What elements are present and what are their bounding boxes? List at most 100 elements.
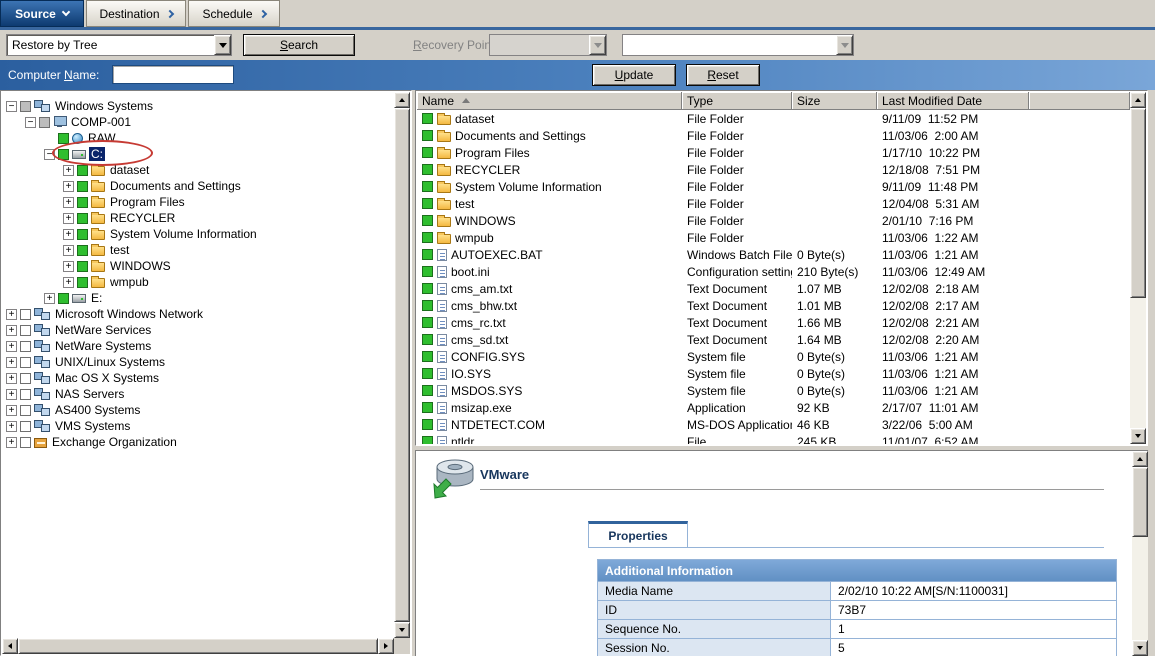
file-row-ntldr[interactable]: ntldrFile245 KB11/01/07 6:52 AM (417, 433, 1130, 444)
restore-mode-combo[interactable]: Restore by Tree (6, 34, 232, 56)
tab-source[interactable]: Source (0, 0, 84, 27)
file-row-ntdetect-com[interactable]: NTDETECT.COMMS-DOS Application46 KB3/22/… (417, 416, 1130, 433)
checkbox-checked[interactable] (422, 147, 433, 158)
column-header-name[interactable]: Name (417, 92, 682, 110)
checkbox-checked[interactable] (77, 213, 88, 224)
expand-icon[interactable]: + (63, 165, 74, 176)
file-row-cms-bhw-txt[interactable]: cms_bhw.txtText Document1.01 MB12/02/08 … (417, 297, 1130, 314)
expand-icon[interactable]: + (63, 181, 74, 192)
tree-item-recycler[interactable]: +RECYCLER (4, 210, 394, 226)
scroll-down-button[interactable] (394, 622, 410, 638)
tree-item-c[interactable]: −C: (4, 146, 394, 162)
tree-item-netware-systems[interactable]: + NetWare Systems (4, 338, 394, 354)
checkbox-empty[interactable] (20, 421, 31, 432)
file-row-msdos-sys[interactable]: MSDOS.SYSSystem file0 Byte(s)11/03/06 1:… (417, 382, 1130, 399)
tree-item-label[interactable]: Mac OS X Systems (53, 371, 161, 385)
expand-icon[interactable]: + (6, 341, 17, 352)
expand-icon[interactable]: + (6, 373, 17, 384)
tree-item-windows[interactable]: + WINDOWS (4, 258, 394, 274)
tree-item-label[interactable]: RECYCLER (108, 211, 177, 225)
tree-item-label[interactable]: dataset (108, 163, 151, 177)
expand-icon[interactable]: + (6, 405, 17, 416)
collapse-icon[interactable]: − (25, 117, 36, 128)
tree-item-program-files[interactable]: +Program Files (4, 194, 394, 210)
tree-item-e[interactable]: + E: (4, 290, 394, 306)
tab-destination[interactable]: Destination (86, 0, 186, 27)
tree-item-label[interactable]: System Volume Information (108, 227, 259, 241)
tree-item-label[interactable]: Documents and Settings (108, 179, 243, 193)
tree-item-label[interactable]: Windows Systems (53, 99, 155, 113)
checkbox-checked[interactable] (422, 351, 433, 362)
checkbox-partial[interactable] (39, 117, 50, 128)
checkbox-checked[interactable] (422, 368, 433, 379)
scroll-left-button[interactable] (2, 638, 18, 654)
tree-item-test[interactable]: +test (4, 242, 394, 258)
tab-properties[interactable]: Properties (588, 521, 688, 548)
tree-item-label[interactable]: RAW (86, 131, 118, 145)
checkbox-checked[interactable] (422, 130, 433, 141)
tree-item-comp-001[interactable]: −COMP-001 (4, 114, 394, 130)
file-row-cms-rc-txt[interactable]: cms_rc.txtText Document1.66 MB12/02/08 2… (417, 314, 1130, 331)
file-row-config-sys[interactable]: CONFIG.SYSSystem file0 Byte(s)11/03/06 1… (417, 348, 1130, 365)
checkbox-checked[interactable] (422, 402, 433, 413)
tree-item-label[interactable]: wmpub (108, 275, 151, 289)
computer-name-input[interactable] (112, 65, 234, 84)
tree-item-vms-systems[interactable]: +VMS Systems (4, 418, 394, 434)
file-row-boot-ini[interactable]: boot.iniConfiguration settings210 Byte(s… (417, 263, 1130, 280)
file-row-windows[interactable]: WINDOWSFile Folder2/01/10 7:16 PM (417, 212, 1130, 229)
scroll-up-button[interactable] (1130, 92, 1146, 108)
file-row-wmpub[interactable]: wmpubFile Folder11/03/06 1:22 AM (417, 229, 1130, 246)
checkbox-checked[interactable] (77, 197, 88, 208)
collapse-icon[interactable]: − (6, 101, 17, 112)
checkbox-checked[interactable] (422, 385, 433, 396)
checkbox-checked[interactable] (77, 277, 88, 288)
tree-item-raw[interactable]: RAW (4, 130, 394, 146)
expand-icon[interactable]: + (6, 389, 17, 400)
tree-item-system-volume-information[interactable]: +System Volume Information (4, 226, 394, 242)
tree-horizontal-scrollbar[interactable] (2, 638, 394, 654)
tree-item-label[interactable]: Microsoft Windows Network (53, 307, 205, 321)
tree-item-microsoft-windows-network[interactable]: +Microsoft Windows Network (4, 306, 394, 322)
tree-vertical-scrollbar[interactable] (394, 92, 410, 638)
checkbox-checked[interactable] (422, 317, 433, 328)
column-header-size[interactable]: Size (792, 92, 877, 110)
scroll-down-button[interactable] (1132, 640, 1148, 656)
search-button[interactable]: Search (243, 34, 355, 56)
tree-item-label[interactable]: E: (89, 291, 104, 305)
checkbox-checked[interactable] (422, 334, 433, 345)
checkbox-checked[interactable] (77, 261, 88, 272)
checkbox-checked[interactable] (422, 419, 433, 430)
file-row-msizap-exe[interactable]: msizap.exeApplication92 KB2/17/07 11:01 … (417, 399, 1130, 416)
tree-item-label[interactable]: WINDOWS (108, 259, 173, 273)
tree-item-wmpub[interactable]: +wmpub (4, 274, 394, 290)
checkbox-checked[interactable] (77, 181, 88, 192)
file-row-io-sys[interactable]: IO.SYSSystem file0 Byte(s)11/03/06 1:21 … (417, 365, 1130, 382)
checkbox-checked[interactable] (422, 283, 433, 294)
checkbox-partial[interactable] (20, 101, 31, 112)
tree-item-as400-systems[interactable]: +AS400 Systems (4, 402, 394, 418)
checkbox-checked[interactable] (77, 245, 88, 256)
checkbox-checked[interactable] (77, 229, 88, 240)
checkbox-empty[interactable] (20, 357, 31, 368)
checkbox-checked[interactable] (58, 149, 69, 160)
tree-item-label[interactable]: NetWare Systems (53, 339, 153, 353)
tree-item-label[interactable]: Program Files (108, 195, 187, 209)
expand-icon[interactable]: + (44, 293, 55, 304)
file-row-autoexec-bat[interactable]: AUTOEXEC.BATWindows Batch File0 Byte(s)1… (417, 246, 1130, 263)
expand-icon[interactable]: + (63, 261, 74, 272)
tree-item-mac-os-x-systems[interactable]: + Mac OS X Systems (4, 370, 394, 386)
checkbox-empty[interactable] (20, 389, 31, 400)
checkbox-checked[interactable] (422, 266, 433, 277)
expand-icon[interactable]: + (6, 325, 17, 336)
file-row-cms-sd-txt[interactable]: cms_sd.txtText Document1.64 MB12/02/08 2… (417, 331, 1130, 348)
scroll-down-button[interactable] (1130, 428, 1146, 444)
checkbox-checked[interactable] (422, 249, 433, 260)
checkbox-checked[interactable] (422, 181, 433, 192)
checkbox-checked[interactable] (77, 165, 88, 176)
scrollbar-thumb[interactable] (394, 108, 410, 622)
scroll-right-button[interactable] (378, 638, 394, 654)
expand-icon[interactable]: + (6, 437, 17, 448)
scrollbar-thumb[interactable] (1130, 108, 1146, 298)
tree-item-nas-servers[interactable]: +NAS Servers (4, 386, 394, 402)
reset-button[interactable]: Reset (686, 64, 760, 86)
